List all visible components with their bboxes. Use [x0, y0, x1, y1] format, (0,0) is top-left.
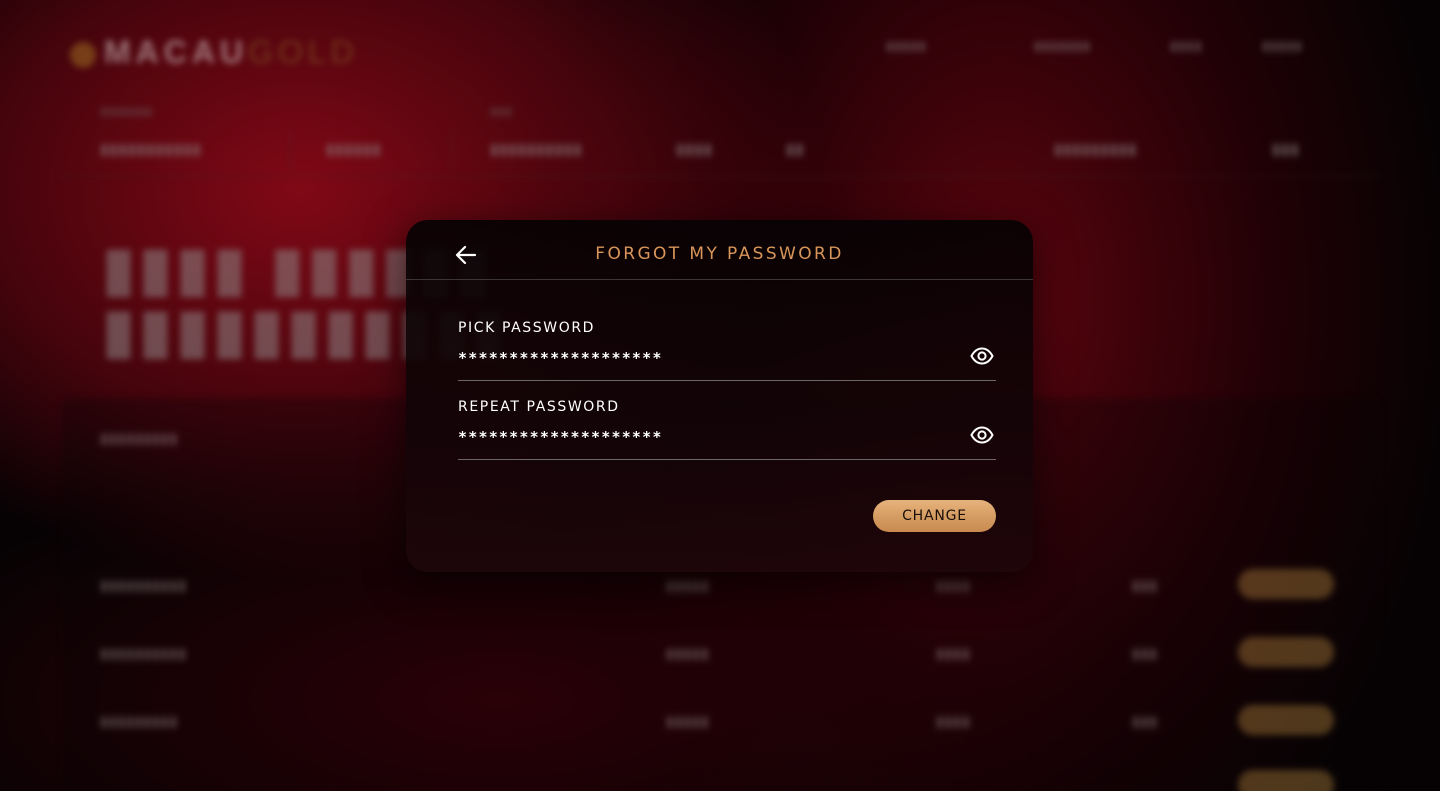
background-table-cell: ▮▮▮: [1132, 577, 1159, 593]
background-button: [1238, 569, 1334, 599]
background-top-item: ▮▮▮▮: [1170, 38, 1203, 53]
background-button: [1238, 770, 1334, 791]
pick-password-input[interactable]: [458, 346, 948, 370]
repeat-password-input[interactable]: [458, 425, 948, 449]
eye-icon[interactable]: [970, 425, 994, 445]
background-nav-category: ▮▮▮▮▮▮▮: [100, 104, 154, 118]
background-nav-category: ▮▮▮: [490, 104, 513, 118]
background-nav-item: ▮▮▮▮: [676, 141, 714, 158]
background-table-cell: ▮▮▮▮: [936, 713, 971, 729]
background-top-item: ▮▮▮▮▮▮▮: [1034, 38, 1092, 53]
background-nav-item: ▮▮: [786, 141, 805, 158]
background-button: [1238, 705, 1334, 735]
background-table-cell: ▮▮▮▮▮: [666, 713, 710, 729]
background-table-cell: ▮▮▮▮▮: [666, 645, 710, 661]
change-button[interactable]: CHANGE: [873, 500, 996, 532]
background-divider: [60, 176, 1380, 177]
background-table-cell: ▮▮▮▮▮▮▮▮▮: [100, 713, 179, 729]
pick-password-field: PICK PASSWORD: [458, 320, 996, 381]
background-table-cell: ▮▮▮: [1132, 713, 1159, 729]
background-nav-item: ▮▮▮▮▮▮▮▮▮: [1054, 141, 1138, 158]
background-table-cell: ▮▮▮▮▮▮▮▮▮▮: [100, 577, 188, 593]
modal-title: FORGOT MY PASSWORD: [595, 244, 844, 264]
pick-password-label: PICK PASSWORD: [458, 320, 596, 336]
background-top-item: ▮▮▮▮▮: [886, 38, 927, 53]
background-top-item: ▮▮▮▮▮: [1262, 38, 1303, 53]
background-button: [1238, 637, 1334, 667]
background-table-cell: ▮▮▮▮▮▮▮▮▮: [100, 430, 179, 446]
background-table-cell: ▮▮▮▮: [936, 577, 971, 593]
background-nav-item: ▮▮▮▮▮▮▮▮▮▮: [490, 141, 583, 158]
background-nav-item: ▮▮▮▮▮▮▮▮▮▮▮: [100, 141, 202, 158]
repeat-password-field: REPEAT PASSWORD: [458, 399, 996, 460]
background-nav-item: ▮▮▮▮▮▮: [326, 141, 382, 158]
background-table-cell: ▮▮▮: [1132, 645, 1159, 661]
forgot-password-modal: FORGOT MY PASSWORD PICK PASSWORD REPEAT …: [406, 220, 1033, 572]
eye-icon[interactable]: [970, 346, 994, 366]
repeat-password-label: REPEAT PASSWORD: [458, 399, 620, 415]
background-table-cell: ▮▮▮▮▮▮▮▮▮▮: [100, 645, 188, 661]
background-table-cell: ▮▮▮▮: [936, 645, 971, 661]
background-table-cell: ▮▮▮▮▮: [666, 577, 710, 593]
modal-header: FORGOT MY PASSWORD: [406, 220, 1033, 280]
background-logo: MACAUGOLD: [70, 34, 359, 71]
background-divider: [290, 128, 291, 170]
background-divider: [452, 128, 453, 170]
background-nav-item: ▮▮▮: [1272, 141, 1300, 158]
